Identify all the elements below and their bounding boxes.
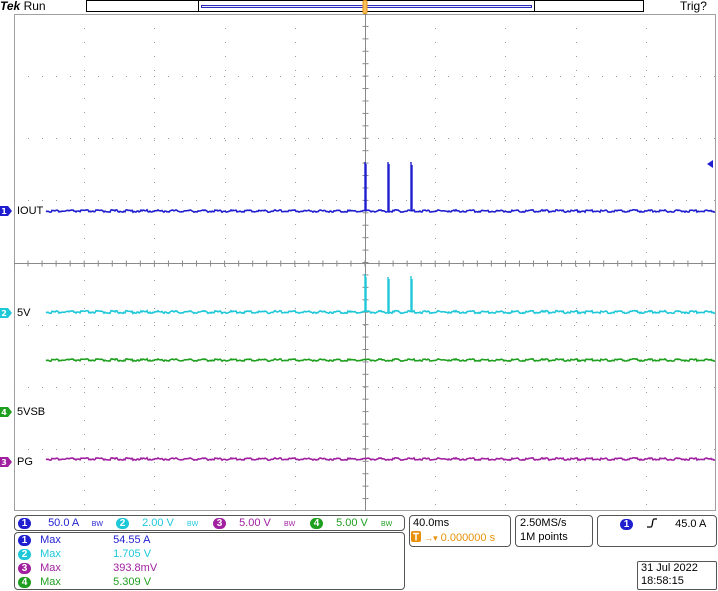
ch4-vertical[interactable]: 4 5.00 V BW [310, 517, 392, 531]
ch3-ground-marker-icon[interactable]: 3 [0, 456, 12, 468]
horizontal-scale: 40.0ms [413, 517, 450, 529]
meas3-value: 393.8mV [113, 562, 158, 574]
ch1-ground-marker-icon[interactable]: 1 [0, 205, 12, 217]
brand-run-state: Tek Run [0, 0, 46, 13]
waveform-display[interactable] [14, 14, 716, 511]
svg-text:2: 2 [1, 309, 7, 318]
svg-text:3: 3 [1, 458, 7, 467]
measurement-row: 2 Max 1.705 V [18, 548, 151, 561]
meas2-name: Max [40, 548, 61, 560]
trigger-t-icon [411, 531, 421, 542]
ch3-badge: 3 [213, 518, 226, 529]
meas1-name: Max [40, 534, 61, 546]
position-arrow-icon: →▾ [424, 533, 438, 543]
record-length: 1M points [520, 531, 568, 543]
measurement-row: 1 Max 54.55 A [18, 534, 150, 547]
ch4-label: 5VSB [17, 406, 46, 418]
ch1-label: IOUT [17, 205, 44, 217]
rising-edge-icon [647, 518, 658, 528]
meas4-name: Max [40, 576, 61, 588]
run-state: Run [23, 0, 46, 13]
meas1-badge: 1 [18, 535, 31, 546]
ch4-badge: 4 [310, 518, 323, 529]
ch2-scale: 2.00 V [142, 517, 174, 529]
brand-logo: Tek [0, 0, 21, 13]
ch2-vertical[interactable]: 2 2.00 V BW [116, 517, 198, 531]
meas2-value: 1.705 V [113, 548, 152, 560]
ch4-bw-icon: BW [380, 521, 393, 528]
trigger-source-badge: 1 [620, 519, 633, 530]
meas3-name: Max [40, 562, 61, 574]
ch2-label: 5V [17, 307, 31, 319]
meas3-badge: 3 [18, 563, 31, 574]
ch3-vertical[interactable]: 3 5.00 V BW [213, 517, 295, 531]
trigger-status: Trig? [680, 0, 707, 13]
ch3-bw-icon: BW [283, 521, 296, 528]
svg-text:1: 1 [1, 207, 7, 216]
ch3-scale: 5.00 V [239, 517, 271, 529]
ch2-badge: 2 [116, 518, 129, 529]
meas2-badge: 2 [18, 549, 31, 560]
sample-rate: 2.50MS/s [520, 517, 567, 529]
trigger-position-readout: →▾ 0.000000 s [411, 531, 495, 545]
meas4-badge: 4 [18, 577, 31, 588]
date: 31 Jul 2022 [641, 562, 698, 574]
ch1-vertical[interactable]: 1 50.0 A BW [18, 517, 103, 531]
svg-text:4: 4 [1, 408, 7, 417]
ch2-ground-marker-icon[interactable]: 2 [0, 307, 12, 319]
ch1-scale: 50.0 A [48, 517, 79, 529]
ch3-label: PG [17, 456, 33, 468]
trigger-level: 45.0 A [675, 518, 707, 530]
measurement-row: 3 Max 393.8mV [18, 562, 157, 575]
trigger-position-value: 0.000000 s [440, 532, 496, 544]
meas4-value: 5.309 V [113, 576, 152, 588]
ch1-bw-icon: BW [91, 521, 103, 528]
ch4-scale: 5.00 V [336, 517, 368, 529]
trigger-readout: 1 45.0 A [620, 517, 706, 531]
time: 18:58:15 [641, 575, 684, 587]
ch1-badge: 1 [18, 518, 31, 529]
ch2-bw-icon: BW [186, 521, 199, 528]
meas1-value: 54.55 A [113, 534, 151, 546]
measurement-row: 4 Max 5.309 V [18, 576, 151, 589]
ch4-ground-marker-icon[interactable]: 4 [0, 406, 12, 418]
